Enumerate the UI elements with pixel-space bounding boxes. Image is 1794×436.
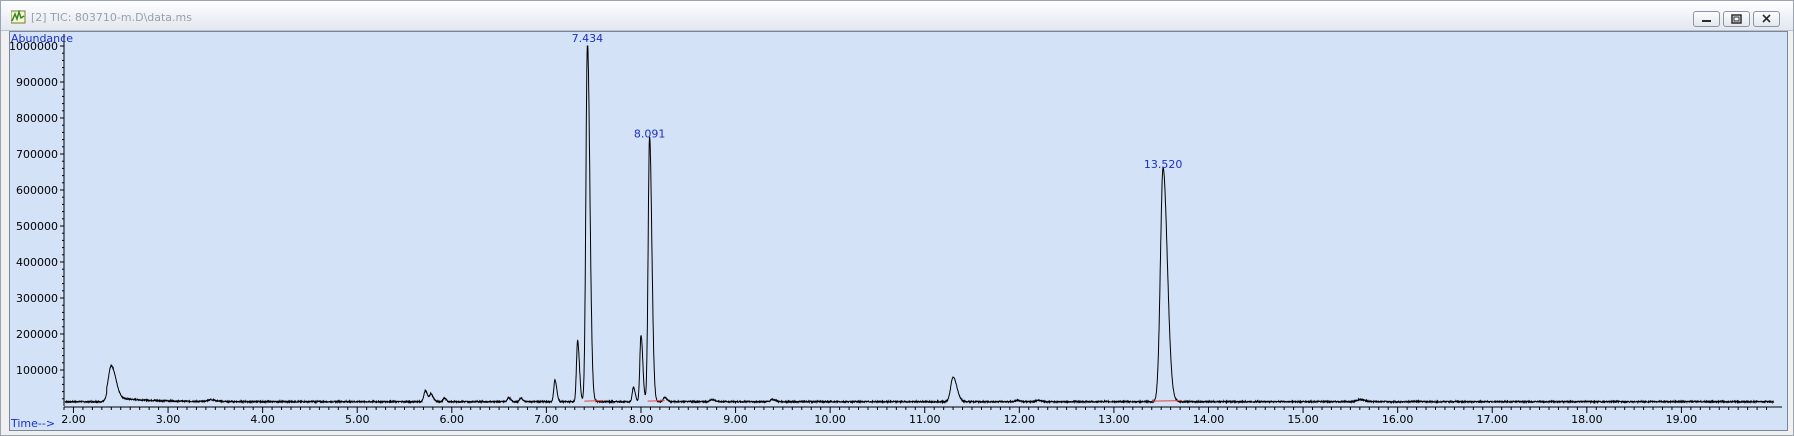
peak-retention-label: 13.520	[1144, 158, 1183, 171]
title-bar[interactable]: [2] TIC: 803710-m.D\data.ms	[1, 1, 1793, 31]
restore-icon	[1731, 14, 1742, 24]
x-tick-label: 9.00	[723, 413, 748, 426]
chromatogram-window: [2] TIC: 803710-m.D\data.ms Abundance Tim…	[0, 0, 1794, 436]
integration-baseline	[647, 400, 665, 402]
integration-baseline	[1151, 400, 1183, 402]
y-tick-label: 1000000	[10, 40, 58, 53]
tic-trace-line	[64, 45, 1774, 405]
close-button[interactable]	[1753, 11, 1780, 27]
x-tick-label: 14.00	[1193, 413, 1225, 426]
peak-retention-label: 8.091	[634, 127, 666, 140]
x-tick-label: 10.00	[814, 413, 846, 426]
x-tick-label: 6.00	[440, 413, 465, 426]
y-tick-label: 700000	[16, 148, 58, 161]
x-tick-label: 8.00	[629, 413, 654, 426]
x-tick-label: 19.00	[1666, 413, 1698, 426]
x-tick-label: 3.00	[156, 413, 181, 426]
y-tick-label: 600000	[16, 184, 58, 197]
y-tick-label: 300000	[16, 292, 58, 305]
restore-button[interactable]	[1723, 11, 1750, 27]
x-tick-label: 2.00	[61, 413, 86, 426]
peak-retention-label: 7.434	[572, 32, 604, 45]
x-tick-label: 7.00	[534, 413, 559, 426]
minimize-button[interactable]	[1693, 11, 1720, 27]
x-tick-label: 18.00	[1571, 413, 1603, 426]
x-axis-label: Time-->	[10, 417, 55, 430]
y-tick-label: 800000	[16, 112, 58, 125]
x-tick-label: 11.00	[909, 413, 941, 426]
window-title: [2] TIC: 803710-m.D\data.ms	[31, 11, 192, 24]
x-tick-label: 15.00	[1287, 413, 1319, 426]
x-tick-label: 4.00	[250, 413, 275, 426]
x-tick-label: 13.00	[1098, 413, 1130, 426]
close-icon	[1762, 14, 1771, 23]
x-tick-label: 17.00	[1476, 413, 1508, 426]
y-tick-label: 200000	[16, 328, 58, 341]
chromatogram-app-icon	[11, 10, 26, 24]
x-tick-label: 5.00	[345, 413, 370, 426]
tic-chromatogram-chart[interactable]: AbundanceTime-->100000200000300000400000…	[10, 32, 1787, 430]
x-tick-label: 12.00	[1004, 413, 1036, 426]
x-tick-label: 16.00	[1382, 413, 1414, 426]
minimize-icon	[1702, 20, 1711, 22]
integration-baseline	[584, 400, 604, 402]
y-tick-label: 500000	[16, 220, 58, 233]
y-tick-label: 400000	[16, 256, 58, 269]
y-tick-label: 100000	[16, 364, 58, 377]
y-tick-label: 900000	[16, 76, 58, 89]
chromatogram-plot-area[interactable]: Abundance Time--> 100000 200000 300000 400000…	[9, 31, 1788, 431]
